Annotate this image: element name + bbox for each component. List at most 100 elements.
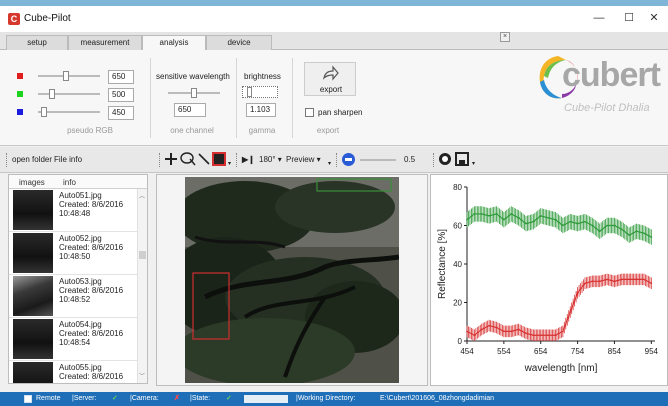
target-icon[interactable] [438,152,452,166]
column-header-images[interactable]: images [19,178,45,187]
file-created: Created: 8/6/2016 [59,372,124,381]
dropdown-arrow-icon[interactable]: ▾ [472,160,475,167]
scroll-up-icon[interactable]: ︿ [139,191,145,200]
wavelength-input[interactable]: 650 [174,103,206,117]
working-dir-path: E:\Cubert\201606_08zhongdadimian [380,395,495,402]
state-label: |State: [190,395,211,402]
spectrum-panel: 454 554 654 754 854 954 0 20 40 60 80 wavelength [n… [430,174,668,386]
grip [159,153,160,167]
spectrum-chart[interactable]: 454 554 654 754 854 954 0 20 40 60 80 wavelength [n… [431,175,667,385]
data-point [488,324,491,327]
open-folder-button[interactable]: open folder [12,153,52,167]
data-point [576,222,579,225]
divider [292,58,293,138]
y-tick-label: 20 [453,299,462,308]
channel-slider-thumb[interactable] [49,89,56,99]
x-axis-label: wavelength [nm] [524,363,598,374]
remote-checkbox[interactable] [24,395,32,403]
file-thumbnail [13,276,53,316]
channel-wavelength-input[interactable]: 650 [108,70,134,84]
brightness-slider[interactable] [242,86,278,98]
channel-slider-track[interactable] [38,93,100,95]
y-tick-label: 40 [453,260,462,269]
file-info-button[interactable]: File info [54,153,82,167]
file-list-item[interactable]: Auto051.jpg Created: 8/6/2016 10:48:48 [9,189,137,232]
channel-slider-thumb[interactable] [63,71,70,81]
data-point [569,220,572,223]
data-point [502,218,505,221]
tab-setup[interactable]: setup [6,35,68,51]
data-point [547,216,549,219]
dropdown-arrow-icon[interactable]: ▾ [228,160,231,167]
scroll-down-icon[interactable]: ﹀ [139,371,145,380]
file-list-scrollbar[interactable]: ︿ ﹀ [137,189,147,383]
zoom-slider-track[interactable] [360,159,396,161]
x-tick-label: 454 [460,347,474,356]
tab-analysis[interactable]: analysis [142,35,206,51]
data-point [613,280,616,283]
crosshair-icon[interactable] [165,153,177,165]
column-header-info[interactable]: info [63,178,76,187]
data-point [539,334,542,337]
scrollbar-thumb[interactable] [139,251,146,259]
brightness-slider-thumb[interactable] [247,87,252,97]
rectangle-tool-icon[interactable] [212,152,226,166]
tree-image[interactable] [185,177,399,383]
x-tick-label: 754 [571,347,585,356]
state-progress [244,395,288,403]
brightness-label: brightness [244,72,281,81]
line-tool-icon[interactable] [198,153,210,165]
file-thumbnail [13,233,53,273]
gamma-input[interactable]: 1.103 [246,103,276,117]
play-pause-icon[interactable]: ▶❙ [242,153,255,167]
minimize-button[interactable]: — [585,9,613,27]
data-point [554,334,557,337]
file-list-item[interactable]: Auto052.jpg Created: 8/6/2016 10:48:50 [9,232,137,275]
data-point [473,334,476,337]
tab-device[interactable]: device [206,35,272,51]
tab-measurement[interactable]: measurement [68,35,142,51]
cubert-logo: cubert Cube-Pilot Dhalia [524,50,668,128]
channel-slider-thumb[interactable] [40,107,47,117]
preview-dropdown[interactable]: Preview ▾ [286,153,321,167]
data-point [495,326,498,329]
y-axis-label: Reflectance [%] [437,229,448,299]
file-name: Auto055.jpg [59,363,102,372]
export-group-label: export [316,126,340,135]
file-thumbnail [13,319,53,359]
data-point [561,224,564,227]
gamma-label: gamma [248,126,276,135]
server-ok-icon: ✓ [112,395,118,402]
lasso-icon[interactable] [180,152,196,166]
maximize-button[interactable]: ☐ [615,9,643,27]
file-list-item[interactable]: Auto055.jpg Created: 8/6/2016 [9,361,137,383]
data-point [598,230,601,233]
save-icon[interactable] [455,152,469,166]
data-point [495,213,498,215]
data-point [466,218,468,221]
channel-slider-track[interactable] [38,111,100,113]
dropdown-arrow-icon[interactable]: ▾ [328,160,331,167]
data-point [650,236,653,238]
channel-wavelength-input[interactable]: 500 [108,88,134,102]
rotate-dropdown[interactable]: 180° ▾ [259,153,282,167]
close-ribbon-icon[interactable]: × [500,32,510,42]
x-tick-label: 854 [608,347,622,356]
channel-wavelength-input[interactable]: 450 [108,106,134,120]
file-list-item[interactable]: Auto054.jpg Created: 8/6/2016 10:48:54 [9,318,137,361]
x-tick-label: 554 [497,347,511,356]
export-button[interactable]: export [304,62,356,96]
close-window-button[interactable]: ✕ [640,9,668,27]
data-point [620,228,623,231]
pseudo-rgb-label: pseudo RGB [67,126,113,135]
data-point [510,213,513,215]
zoom-out-icon[interactable] [342,153,355,166]
file-list-item[interactable]: Auto053.jpg Created: 8/6/2016 10:48:52 [9,275,137,318]
data-point [569,311,572,314]
file-time: 10:48:48 [59,209,91,218]
minus-glyph [345,158,352,161]
working-dir-label: |Working Directory: [296,395,356,402]
data-point [525,222,527,225]
wavelength-slider-thumb[interactable] [191,88,197,98]
pan-sharpen-checkbox[interactable] [305,108,314,117]
